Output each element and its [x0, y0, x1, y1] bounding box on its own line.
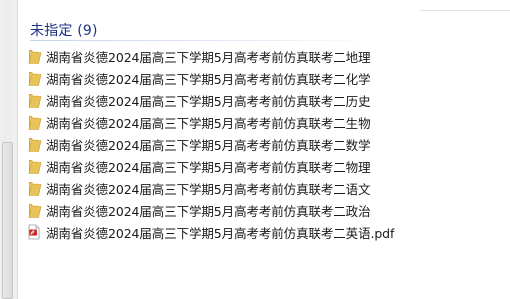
file-name: 湖南省炎德2024届高三下学期5月高考考前仿真联考二化学	[46, 71, 371, 87]
folder-icon	[28, 94, 42, 108]
group-title: 未指定 (9)	[30, 23, 98, 39]
file-name: 湖南省炎德2024届高三下学期5月高考考前仿真联考二历史	[46, 93, 371, 109]
file-name: 湖南省炎德2024届高三下学期5月高考考前仿真联考二地理	[46, 49, 371, 65]
file-item-folder[interactable]: 湖南省炎德2024届高三下学期5月高考考前仿真联考二历史	[26, 89, 394, 111]
folder-icon	[28, 138, 42, 152]
file-item-pdf[interactable]: 湖南省炎德2024届高三下学期5月高考考前仿真联考二英语.pdf	[26, 221, 394, 243]
file-list: 湖南省炎德2024届高三下学期5月高考考前仿真联考二地理 湖南省炎德2024届高…	[26, 45, 394, 243]
file-item-folder[interactable]: 湖南省炎德2024届高三下学期5月高考考前仿真联考二语文	[26, 177, 394, 199]
file-item-folder[interactable]: 湖南省炎德2024届高三下学期5月高考考前仿真联考二生物	[26, 111, 394, 133]
file-name: 湖南省炎德2024届高三下学期5月高考考前仿真联考二生物	[46, 115, 371, 131]
navigation-pane	[0, 0, 18, 299]
folder-icon	[28, 72, 42, 86]
file-name: 湖南省炎德2024届高三下学期5月高考考前仿真联考二数学	[46, 137, 371, 153]
folder-icon	[28, 50, 42, 64]
pdf-file-icon	[28, 224, 40, 240]
folder-icon	[28, 182, 42, 196]
group-header[interactable]: 未指定 (9)	[30, 18, 98, 42]
file-name: 湖南省炎德2024届高三下学期5月高考考前仿真联考二政治	[46, 203, 371, 219]
navigation-scrollbar-thumb[interactable]	[2, 142, 13, 299]
file-name: 湖南省炎德2024届高三下学期5月高考考前仿真联考二语文	[46, 181, 371, 197]
file-item-folder[interactable]: 湖南省炎德2024届高三下学期5月高考考前仿真联考二数学	[26, 133, 394, 155]
folder-icon	[28, 116, 42, 130]
header-divider	[420, 0, 510, 11]
group-divider	[30, 40, 378, 41]
file-item-folder[interactable]: 湖南省炎德2024届高三下学期5月高考考前仿真联考二政治	[26, 199, 394, 221]
file-item-folder[interactable]: 湖南省炎德2024届高三下学期5月高考考前仿真联考二化学	[26, 67, 394, 89]
folder-icon	[28, 160, 42, 174]
folder-icon	[28, 204, 42, 218]
file-name: 湖南省炎德2024届高三下学期5月高考考前仿真联考二物理	[46, 159, 371, 175]
file-item-folder[interactable]: 湖南省炎德2024届高三下学期5月高考考前仿真联考二物理	[26, 155, 394, 177]
file-name: 湖南省炎德2024届高三下学期5月高考考前仿真联考二英语.pdf	[46, 225, 395, 241]
file-item-folder[interactable]: 湖南省炎德2024届高三下学期5月高考考前仿真联考二地理	[26, 45, 394, 67]
